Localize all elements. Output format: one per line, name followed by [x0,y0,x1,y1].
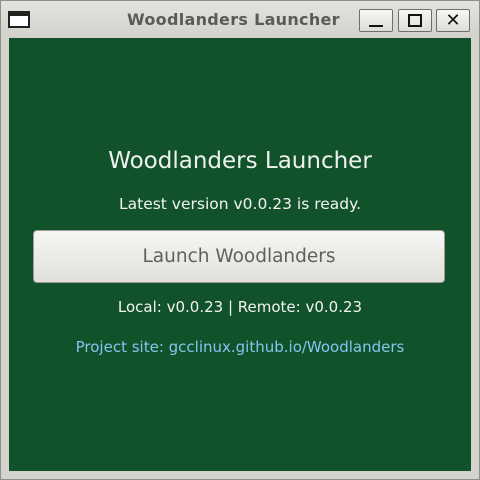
minimize-button[interactable] [359,9,393,32]
close-button[interactable]: ✕ [436,9,470,32]
close-icon: ✕ [445,10,461,31]
maximize-icon [408,14,422,27]
launch-button[interactable]: Launch Woodlanders [33,230,445,283]
launcher-window: Woodlanders Launcher ✕ Woodlanders Launc… [0,0,480,480]
window-title: Woodlanders Launcher [127,10,340,29]
project-site-link[interactable]: Project site: gcclinux.github.io/Woodlan… [9,338,471,356]
app-heading: Woodlanders Launcher [108,148,372,174]
status-message: Latest version v0.0.23 is ready. [118,195,362,213]
minimize-icon [369,25,383,27]
launcher-panel: Woodlanders Launcher Latest version v0.0… [9,38,471,471]
version-info: Local: v0.0.23 | Remote: v0.0.23 [117,298,363,316]
window-menu-icon[interactable] [8,11,30,28]
maximize-button[interactable] [398,9,432,32]
title-bar[interactable]: Woodlanders Launcher ✕ [1,1,479,38]
